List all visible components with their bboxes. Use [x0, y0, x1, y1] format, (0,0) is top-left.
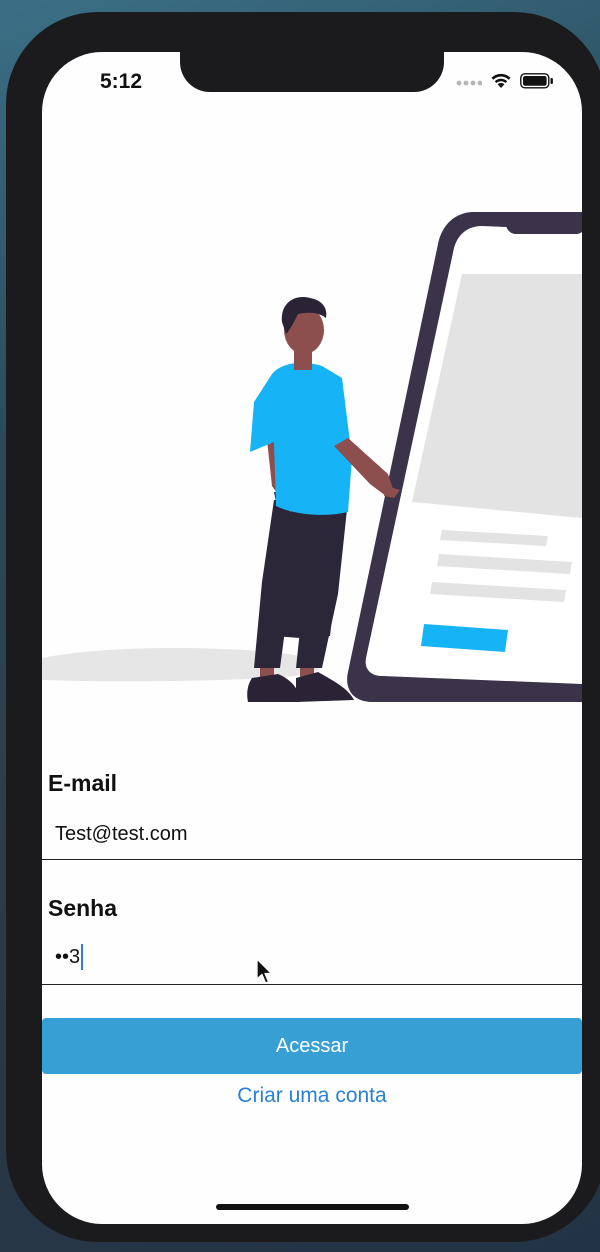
wifi-icon [490, 72, 512, 94]
person-with-phone-illustration [42, 212, 582, 702]
create-account-link[interactable]: Criar uma conta [42, 1084, 582, 1108]
text-caret [81, 944, 84, 970]
battery-icon [520, 72, 554, 94]
password-field-value: ••3 [55, 945, 81, 968]
password-field-underline [42, 984, 582, 985]
email-label: E-mail [48, 770, 118, 796]
password-label: Senha [48, 895, 118, 921]
email-field-value: Test@test.com [55, 822, 188, 845]
status-icons [456, 72, 554, 94]
home-indicator[interactable] [216, 1204, 409, 1210]
status-time: 5:12 [100, 70, 143, 93]
device-notch [180, 52, 444, 92]
password-field[interactable]: ••3 [55, 943, 84, 971]
app-screen: 5:12 E-mail Test@test.com Senha ••3 Aces… [42, 52, 582, 1224]
phone-frame: 5:12 E-mail Test@test.com Senha ••3 Aces… [6, 12, 600, 1242]
mouse-pointer-icon [256, 958, 273, 984]
submit-button[interactable]: Acessar [42, 1018, 582, 1074]
signal-dots-icon [456, 74, 483, 92]
email-field[interactable]: Test@test.com [55, 820, 188, 848]
email-field-underline [42, 859, 582, 860]
